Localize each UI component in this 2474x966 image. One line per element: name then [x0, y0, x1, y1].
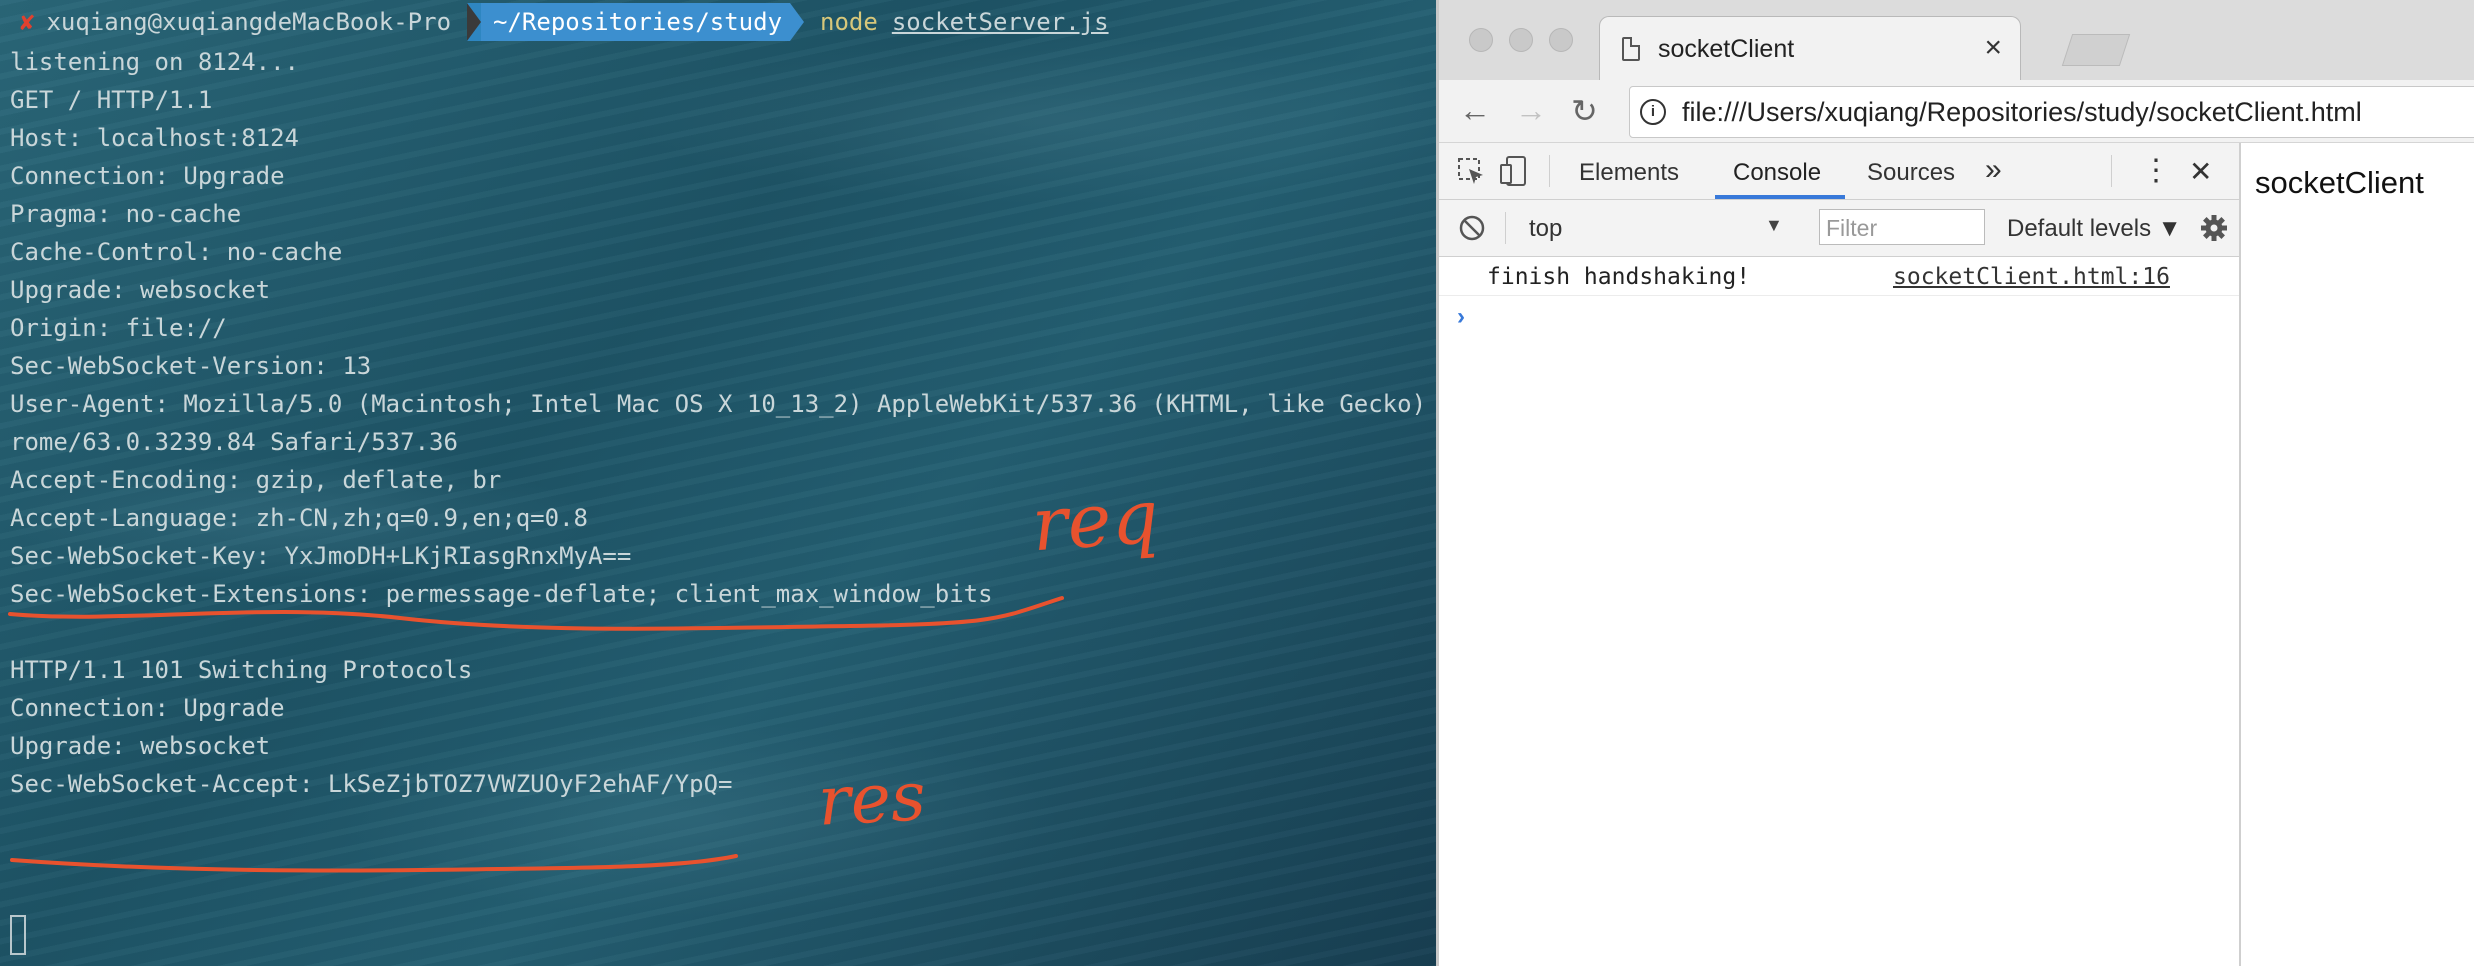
output-line: listening on 8124...: [10, 48, 299, 76]
console-source-link[interactable]: socketClient.html:16: [1893, 264, 2170, 290]
close-window-button[interactable]: [1469, 28, 1493, 52]
zoom-window-button[interactable]: [1549, 28, 1573, 52]
address-bar[interactable]: i file:///Users/xuqiang/Repositories/stu…: [1629, 86, 2474, 138]
back-icon[interactable]: ←: [1459, 92, 1491, 129]
tab-sources[interactable]: Sources: [1867, 159, 1955, 187]
prompt-separator-icon: [790, 3, 805, 41]
toolbar-divider: [1505, 212, 1506, 244]
context-selector[interactable]: top: [1529, 215, 1562, 243]
output-line: Sec-WebSocket-Key: YxJmoDH+LKjRIasgRnxMy…: [10, 542, 632, 570]
console-filter-input[interactable]: Filter: [1819, 209, 1985, 245]
console-message: finish handshaking!: [1487, 264, 1751, 290]
prompt-separator-icon: [467, 3, 482, 41]
output-line: Accept-Language: zh-CN,zh;q=0.9,en;q=0.8: [10, 504, 588, 532]
output-line: Host: localhost:8124: [10, 124, 299, 152]
output-line: Connection: Upgrade: [10, 694, 285, 722]
output-line: Accept-Encoding: gzip, deflate, br: [10, 466, 502, 494]
terminal-output: listening on 8124... GET / HTTP/1.1 Host…: [10, 43, 1469, 803]
inspect-element-icon[interactable]: [1457, 157, 1487, 187]
user-host: xuqiang@xuqiangdeMacBook-Pro: [46, 8, 452, 36]
output-line: Sec-WebSocket-Accept: LkSeZjbTOZ7VWZUOyF…: [10, 770, 733, 798]
output-line: Origin: file://: [10, 314, 227, 342]
page-viewport: socketClient: [2241, 143, 2474, 966]
output-line: User-Agent: Mozilla/5.0 (Macintosh; Inte…: [10, 390, 1470, 418]
devtools-menu-icon[interactable]: ⋮: [2141, 153, 2171, 188]
output-line: rome/63.0.3239.84 Safari/537.36: [10, 428, 458, 456]
output-line: Cache-Control: no-cache: [10, 238, 343, 266]
tab-elements[interactable]: Elements: [1579, 159, 1679, 187]
toolbar-divider: [1549, 155, 1550, 187]
console-message-row: finish handshaking! socketClient.html:16: [1439, 257, 2239, 296]
new-tab-button[interactable]: [2061, 34, 2131, 66]
error-status-icon: ✘: [20, 8, 35, 36]
output-line: [10, 613, 1469, 651]
browser-window[interactable]: socketClient × ← → ↻ i file:///Users/xuq…: [1436, 0, 2474, 966]
more-tabs-icon[interactable]: »: [1985, 153, 2002, 187]
device-toolbar-icon[interactable]: [1499, 155, 1529, 187]
command-name: node: [820, 8, 878, 36]
output-line: Pragma: no-cache: [10, 200, 242, 228]
response-underline: [10, 854, 738, 873]
output-line: Sec-WebSocket-Extensions: permessage-def…: [10, 580, 993, 608]
chevron-down-icon[interactable]: ▼: [1765, 215, 1783, 236]
forward-icon[interactable]: →: [1515, 92, 1547, 129]
output-line: Sec-WebSocket-Version: 13: [10, 352, 372, 380]
output-line: Upgrade: websocket: [10, 732, 271, 760]
tab-title: socketClient: [1658, 35, 1795, 63]
page-heading: socketClient: [2255, 165, 2424, 200]
active-tab-indicator: [1715, 195, 1845, 199]
info-icon[interactable]: i: [1640, 99, 1666, 125]
output-line: GET / HTTP/1.1: [10, 86, 213, 114]
browser-tab[interactable]: socketClient ×: [1599, 16, 2021, 81]
shell-prompt: ✘ xuqiang@xuqiangdeMacBook-Pro ~/Reposit…: [0, 3, 1109, 41]
devtools-panel: Elements Console Sources » ⋮ ✕ top ▼ Fil…: [1439, 143, 2241, 966]
minimize-window-button[interactable]: [1509, 28, 1533, 52]
output-line: Upgrade: websocket: [10, 276, 271, 304]
output-line: Connection: Upgrade: [10, 162, 285, 190]
reload-icon[interactable]: ↻: [1571, 92, 1598, 130]
working-directory: ~/Repositories/study: [481, 3, 791, 41]
console-toolbar: top ▼ Filter Default levels ▼: [1439, 200, 2239, 257]
log-levels-dropdown[interactable]: Default levels ▼: [2007, 215, 2182, 243]
request-annotation: req: [1029, 473, 1162, 569]
gear-icon[interactable]: [2199, 213, 2229, 243]
devtools-tabbar: Elements Console Sources » ⋮ ✕: [1439, 143, 2239, 200]
clear-console-icon[interactable]: [1457, 213, 1487, 243]
document-icon: [1622, 37, 1640, 61]
devtools-close-icon[interactable]: ✕: [2189, 155, 2212, 188]
terminal-cursor: [10, 915, 26, 955]
command-argument: socketServer.js: [891, 8, 1109, 36]
address-url[interactable]: file:///Users/xuqiang/Repositories/study…: [1682, 97, 2362, 128]
tab-close-icon[interactable]: ×: [1984, 31, 2002, 65]
browser-toolbar: ← → ↻ i file:///Users/xuqiang/Repositori…: [1439, 80, 2474, 143]
console-prompt-icon[interactable]: ›: [1457, 303, 1465, 331]
toolbar-divider: [2111, 155, 2112, 187]
terminal-window[interactable]: ✘ xuqiang@xuqiangdeMacBook-Pro ~/Reposit…: [0, 0, 1469, 966]
tab-console[interactable]: Console: [1733, 159, 1821, 187]
output-line: HTTP/1.1 101 Switching Protocols: [10, 656, 473, 684]
response-annotation: res: [816, 757, 928, 842]
browser-titlebar: socketClient ×: [1439, 0, 2474, 81]
